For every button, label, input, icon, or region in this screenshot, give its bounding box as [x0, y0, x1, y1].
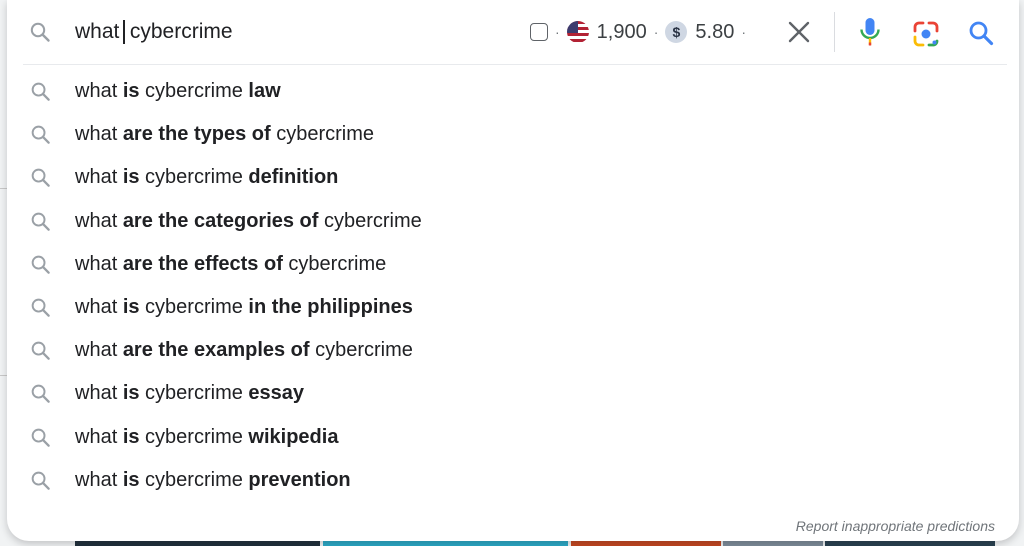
suggestion-completion-bold: is — [122, 166, 140, 189]
suggestion-query-text: cybercrime — [139, 166, 249, 189]
suggestion-item[interactable]: what are the types of cybercrime — [7, 114, 1019, 157]
suggestion-item[interactable]: what are the effects of cybercrime — [7, 244, 1019, 287]
suggestion-completion-bold: is — [122, 382, 140, 405]
suggestion-query-text: cybercrime — [139, 80, 249, 102]
suggestion-text: what is cybercrime law — [75, 79, 281, 103]
suggestion-text: what is cybercrime in the philippines — [75, 295, 413, 319]
suggestion-query-text: cybercrime — [318, 209, 422, 232]
suggestion-query-text: cybercrime — [282, 252, 387, 275]
suggestion-query-text: cybercrime — [309, 339, 413, 362]
suggestion-item[interactable]: what is cybercrime prevention — [7, 460, 1019, 503]
suggestion-item[interactable]: what is cybercrime definition — [7, 157, 1019, 200]
suggestion-query-text: what — [75, 252, 123, 275]
suggestion-text: what is cybercrime essay — [75, 381, 304, 405]
report-predictions-link[interactable]: Report inappropriate predictions — [796, 518, 995, 534]
suggestion-completion-bold: is — [122, 295, 140, 318]
suggestion-query-text: cybercrime — [139, 425, 249, 448]
separator: · — [741, 24, 747, 40]
suggestion-completion-bold: are the categories of — [122, 209, 319, 232]
search-box-divider — [23, 64, 1007, 65]
suggestion-item[interactable]: what is cybercrime in the philippines — [7, 287, 1019, 330]
suggestion-completion-bold: prevention — [248, 468, 351, 491]
suggestion-query-text: what — [75, 295, 123, 318]
search-icon — [31, 384, 50, 404]
suggestion-query-text: what — [75, 382, 123, 405]
suggestion-completion-bold: law — [248, 80, 281, 102]
suggestion-completion-bold: in the philippines — [248, 295, 413, 318]
suggestion-query-text: what — [75, 166, 123, 189]
suggestion-list: what is cybercrime law what are the types… — [7, 71, 1019, 503]
suggestion-query-text: what — [75, 468, 123, 491]
suggestion-query-text: what — [75, 209, 123, 232]
suggestion-query-text: cybercrime — [139, 468, 249, 491]
suggestion-query-text: what — [75, 339, 123, 362]
dollar-icon: $ — [665, 21, 688, 43]
suggestion-completion-bold: are the types of — [122, 123, 271, 146]
suggestion-text: what is cybercrime wikipedia — [75, 425, 338, 449]
search-icon — [31, 125, 50, 144]
search-icon — [30, 22, 50, 42]
suggestion-item[interactable]: what are the examples of cybercrime — [7, 330, 1019, 373]
search-icon — [31, 428, 50, 447]
query-text-before-cursor: what — [75, 20, 120, 43]
suggestion-completion-bold: definition — [248, 166, 339, 189]
suggestion-text: what are the examples of cybercrime — [75, 338, 413, 362]
search-icon[interactable] — [967, 19, 995, 47]
suggestion-text: what is cybercrime definition — [75, 165, 338, 189]
search-volume: 1,900 — [596, 20, 647, 43]
text-cursor — [123, 20, 125, 44]
suggestion-text: what is cybercrime prevention — [75, 468, 351, 492]
suggestion-completion-bold: is — [122, 425, 140, 448]
suggestion-query-text: cybercrime — [139, 382, 249, 405]
query-text-after-cursor: cybercrime — [129, 20, 233, 43]
keyword-metrics: · 1,900 · $ 5.80 · — [530, 20, 753, 44]
search-icon — [31, 471, 50, 490]
separator: · — [555, 24, 560, 40]
search-autocomplete-panel: what cybercrime · 1,900 · $ 5.80 · what … — [7, 0, 1019, 541]
search-icon — [31, 341, 50, 360]
suggestion-query-text: cybercrime — [139, 295, 249, 318]
search-icon — [31, 255, 50, 274]
search-icon — [31, 169, 50, 188]
suggestion-completion-bold: wikipedia — [248, 425, 339, 448]
cpc-value: 5.80 — [695, 20, 735, 43]
microphone-icon[interactable] — [857, 16, 883, 48]
suggestion-completion-bold: is — [122, 468, 140, 491]
suggestion-completion-bold: are the effects of — [122, 252, 283, 275]
keyword-checkbox[interactable] — [530, 23, 548, 41]
suggestion-text: what are the types of cybercrime — [75, 122, 374, 146]
search-icon — [31, 298, 50, 317]
search-input[interactable]: what cybercrime — [75, 20, 233, 44]
suggestion-query-text: what — [75, 80, 123, 102]
suggestion-text: what are the categories of cybercrime — [75, 209, 422, 233]
close-icon[interactable] — [786, 19, 812, 45]
suggestion-item[interactable]: what is cybercrime law — [7, 71, 1019, 114]
suggestion-query-text: what — [75, 123, 123, 146]
search-box: what cybercrime · 1,900 · $ 5.80 · — [7, 0, 1019, 64]
suggestion-item[interactable]: what is cybercrime wikipedia — [7, 417, 1019, 460]
suggestion-item[interactable]: what are the categories of cybercrime — [7, 201, 1019, 244]
separator: · — [653, 24, 659, 40]
suggestion-query-text: cybercrime — [270, 123, 374, 146]
suggestion-completion-bold: essay — [248, 382, 305, 405]
suggestion-completion-bold: are the examples of — [122, 339, 310, 362]
search-icon — [31, 212, 50, 231]
suggestion-query-text: what — [75, 425, 123, 448]
suggestion-text: what are the effects of cybercrime — [75, 252, 386, 276]
suggestion-item[interactable]: what is cybercrime essay — [7, 373, 1019, 416]
search-icon — [31, 82, 50, 101]
toolbar-divider — [834, 12, 835, 52]
us-flag-icon — [566, 21, 589, 43]
suggestion-completion-bold: is — [122, 80, 140, 102]
google-lens-icon[interactable] — [911, 19, 941, 49]
